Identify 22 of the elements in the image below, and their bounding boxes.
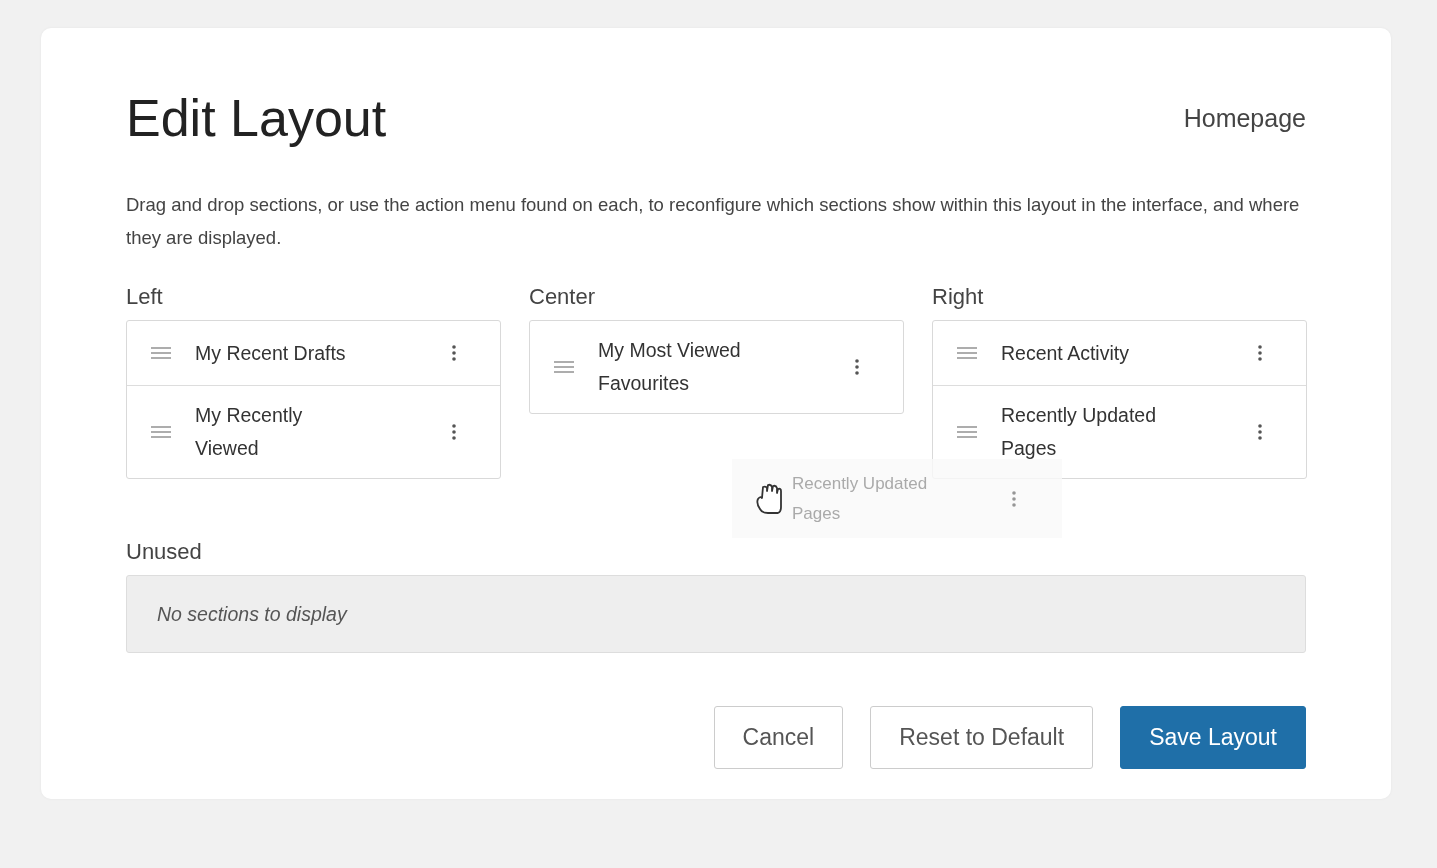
drag-handle-icon[interactable] [957,347,977,359]
column-label: Right [932,284,984,310]
description: Drag and drop sections, or use the action menu found on each, to reconfigure which sections show within this layout in the interface, and where they are displayed. [126,193,1301,250]
column-label: Left [126,284,163,310]
secondary-button[interactable]: Cancel [713,706,844,769]
save-button[interactable]: Save Layout [1120,706,1306,769]
secondary-button[interactable]: Reset to Default [870,706,1094,769]
column-label: Center [529,284,596,310]
section-name: Recent Activity [1001,340,1130,366]
drag-handle-icon[interactable] [957,426,977,438]
drag-handle-icon[interactable] [151,347,171,359]
unused-label: Unused [126,539,202,565]
dialog-title: Edit Layout [126,88,387,148]
section-name: My Most Viewed Favourites [598,338,742,396]
layout-name: Homepage [1183,103,1306,133]
drag-handle-icon[interactable] [151,426,171,438]
empty-message: No sections to display [126,575,1306,653]
section-name: My Recently Viewed [195,403,304,461]
section-name: My Recent Drafts [195,340,347,366]
section-name: Recently Updated Pages [1001,403,1157,461]
drag-handle-icon[interactable] [554,361,574,373]
drag-preview-label: Recently Updated Pages [792,472,929,525]
